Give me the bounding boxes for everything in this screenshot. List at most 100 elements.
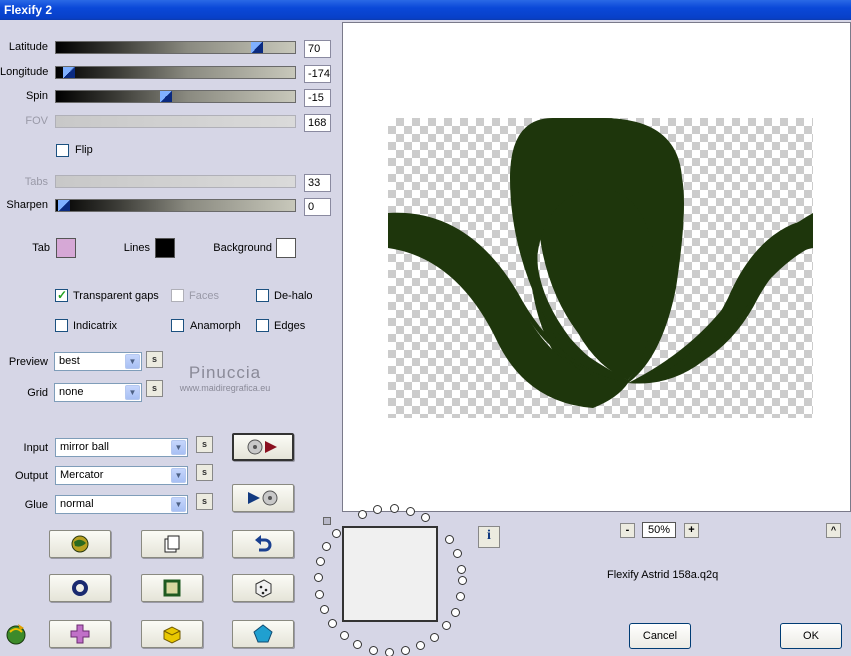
edges-checkbox[interactable] — [256, 319, 269, 332]
fov-input: 168 — [304, 114, 331, 132]
grid-select-label: Grid — [27, 387, 48, 399]
background-color-swatch[interactable] — [276, 238, 296, 258]
navigator-corner-handle[interactable] — [323, 517, 331, 525]
cancel-button[interactable]: Cancel — [629, 623, 691, 649]
fov-label: FOV — [25, 115, 48, 127]
watermark-url: www.maidiregrafica.eu — [179, 383, 271, 393]
cube-shape-button[interactable] — [141, 620, 203, 648]
longitude-slider-thumb[interactable] — [63, 67, 75, 78]
output-s-button[interactable]: s — [196, 464, 213, 481]
tab-color-label: Tab — [32, 242, 50, 254]
latitude-slider[interactable] — [55, 41, 296, 54]
grid-select[interactable]: none ▼ — [54, 383, 142, 402]
de-halo-checkbox[interactable] — [256, 289, 269, 302]
input-select[interactable]: mirror ball ▼ — [55, 438, 188, 457]
glue-select[interactable]: normal ▼ — [55, 495, 188, 514]
input-s-button[interactable]: s — [196, 436, 213, 453]
play-forward-button[interactable] — [232, 433, 294, 461]
output-select[interactable]: Mercator ▼ — [55, 466, 188, 485]
transparency-checkerboard — [388, 118, 813, 418]
input-select-value: mirror ball — [60, 441, 109, 453]
navigator-dot — [339, 631, 349, 641]
pentagon-icon — [253, 624, 273, 643]
tab-color-swatch[interactable] — [56, 238, 76, 258]
navigator-dot — [400, 646, 410, 656]
chevron-down-icon[interactable]: ▼ — [171, 468, 186, 483]
longitude-input[interactable]: -174 — [304, 65, 331, 83]
navigator-dot — [444, 534, 454, 544]
navigator-dot — [450, 607, 460, 617]
background-color-label: Background — [213, 242, 272, 254]
zoom-out-button[interactable]: - — [620, 523, 635, 538]
navigator-dot — [441, 621, 451, 631]
random-globe-button[interactable] — [49, 530, 111, 558]
ok-button[interactable]: OK — [780, 623, 842, 649]
play-reverse-button[interactable] — [232, 484, 294, 512]
grid-select-value: none — [59, 386, 84, 398]
spin-slider[interactable] — [55, 90, 296, 103]
chevron-down-icon[interactable]: ▼ — [125, 385, 140, 400]
flip-checkbox[interactable] — [56, 144, 69, 157]
lines-color-swatch[interactable] — [155, 238, 175, 258]
anamorph-label: Anamorph — [190, 320, 241, 332]
pentagon-shape-button[interactable] — [232, 620, 294, 648]
cross-shape-button[interactable] — [49, 620, 111, 648]
navigator-preview[interactable] — [342, 526, 438, 622]
undo-button[interactable] — [232, 530, 294, 558]
navigator-dot — [315, 589, 325, 599]
sharpen-input[interactable]: 0 — [304, 198, 331, 216]
flip-label: Flip — [75, 144, 93, 156]
preview-select[interactable]: best ▼ — [54, 352, 142, 371]
frame-shape-button[interactable] — [141, 574, 203, 602]
copy-pages-icon — [164, 535, 180, 553]
spin-label: Spin — [25, 90, 48, 102]
anamorph-checkbox[interactable] — [171, 319, 184, 332]
latitude-label: Latitude — [8, 41, 48, 53]
output-select-value: Mercator — [60, 469, 104, 481]
ring-icon — [72, 580, 88, 596]
chevron-down-icon[interactable]: ▼ — [125, 354, 140, 369]
square-frame-icon — [163, 579, 181, 597]
preview-canvas[interactable] — [342, 22, 851, 512]
zoom-in-button[interactable]: + — [684, 523, 699, 538]
info-button[interactable]: i — [478, 526, 500, 548]
play-disc-icon — [248, 490, 278, 506]
longitude-slider[interactable] — [55, 66, 296, 79]
title-bar: Flexify 2 — [0, 0, 851, 20]
transparent-gaps-checkbox[interactable]: ✓ — [55, 288, 68, 302]
scroll-up-button[interactable]: ^ — [826, 523, 841, 538]
transparent-gaps-label: Transparent gaps — [73, 290, 159, 302]
ring-shape-button[interactable] — [49, 574, 111, 602]
random-dice-button[interactable] — [232, 574, 294, 602]
globe-icon — [71, 535, 89, 553]
chevron-down-icon[interactable]: ▼ — [171, 440, 186, 455]
navigator-dot — [384, 647, 394, 656]
navigator-dot — [416, 641, 426, 651]
undo-arrow-icon — [255, 535, 272, 552]
indicatrix-checkbox[interactable] — [55, 319, 68, 332]
sharpen-slider[interactable] — [55, 199, 296, 212]
dice-icon — [255, 579, 272, 598]
preset-name: Flexify Astrid 158a.q2q — [607, 569, 719, 581]
spin-slider-thumb[interactable] — [160, 91, 172, 102]
copy-button[interactable] — [141, 530, 203, 558]
spin-input[interactable]: -15 — [304, 89, 331, 107]
de-halo-label: De-halo — [274, 290, 313, 302]
latitude-slider-thumb[interactable] — [251, 42, 263, 53]
latitude-input[interactable]: 70 — [304, 40, 331, 58]
glue-s-button[interactable]: s — [196, 493, 213, 510]
longitude-label: Longitude — [0, 66, 49, 78]
output-select-label: Output — [14, 470, 48, 482]
chevron-down-icon[interactable]: ▼ — [171, 497, 186, 512]
navigator-dot — [420, 513, 430, 523]
app-logo-icon — [4, 622, 28, 649]
preview-select-value: best — [59, 355, 80, 367]
navigator-dot — [357, 509, 367, 519]
cross-icon — [70, 624, 90, 644]
window-title: Flexify 2 — [4, 3, 53, 17]
glue-select-label: Glue — [24, 499, 48, 511]
watermark-title: Pinuccia — [188, 363, 262, 382]
navigator-dot — [456, 592, 466, 602]
sharpen-slider-thumb[interactable] — [58, 200, 70, 211]
disc-play-icon — [247, 439, 277, 455]
